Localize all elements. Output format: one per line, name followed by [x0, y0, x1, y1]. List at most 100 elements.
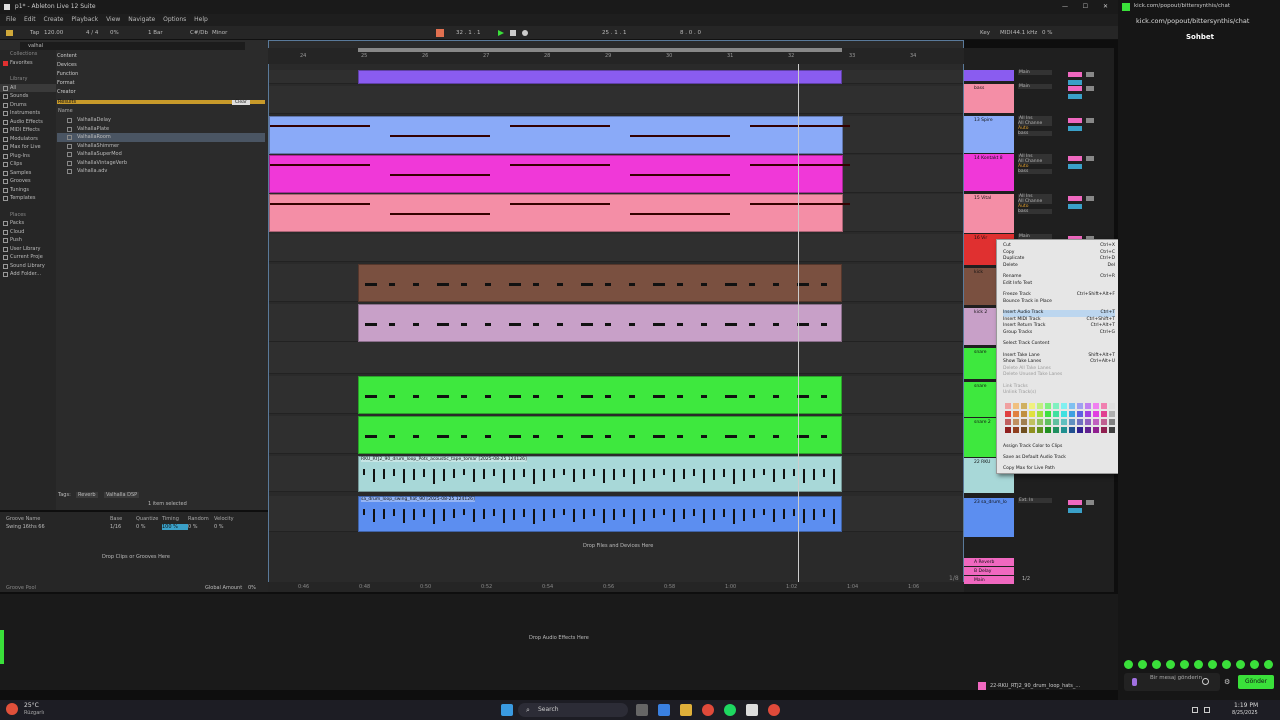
groove-drop-zone[interactable]: Drop Clips or Grooves Here — [102, 554, 170, 560]
close-button[interactable]: ✕ — [1103, 0, 1108, 14]
quantize-dropdown[interactable]: 1 Bar — [148, 26, 163, 40]
volume-field[interactable] — [1068, 72, 1082, 77]
emote-icon[interactable] — [1222, 660, 1231, 669]
key-root-dropdown[interactable]: C#/Db — [190, 26, 208, 40]
grid-quantization[interactable]: 1/8 — [949, 575, 959, 582]
track-header[interactable]: 15 Vital — [964, 194, 1014, 233]
drop-files-zone[interactable]: Drop Files and Devices Here — [583, 543, 653, 549]
color-swatch[interactable] — [1045, 403, 1051, 409]
address-bar[interactable]: kick.com/popout/bittersynthis/chat — [1136, 17, 1249, 25]
sidebar-item-drums[interactable]: Drums — [0, 101, 56, 110]
emote-icon[interactable] — [1166, 660, 1175, 669]
key-button[interactable]: Key — [980, 26, 990, 40]
groove-base[interactable]: 1/16 — [110, 524, 136, 530]
output-dropdown[interactable]: bass — [1018, 209, 1052, 214]
sidebar-place-6[interactable]: Add Folder... — [0, 270, 56, 279]
sidebar-item-all[interactable]: All — [0, 83, 56, 92]
color-swatch[interactable] — [1053, 403, 1059, 409]
color-swatch[interactable] — [1037, 419, 1043, 425]
menu-file[interactable]: File — [6, 16, 16, 23]
ableton-icon[interactable] — [746, 704, 758, 716]
pan-field[interactable] — [1068, 126, 1082, 131]
input-dropdown[interactable]: Main — [1018, 84, 1052, 89]
filter-format[interactable]: Format — [57, 79, 117, 88]
sidebar-place-3[interactable]: User Library — [0, 245, 56, 254]
color-swatch[interactable] — [1037, 411, 1043, 417]
result-item[interactable]: Valhalla.adv — [57, 167, 265, 176]
mute-button[interactable] — [1086, 196, 1094, 201]
track-header[interactable]: 14 Kontakt 8 — [964, 154, 1014, 191]
master-ratio[interactable]: 1/2 — [1022, 576, 1030, 582]
color-swatch[interactable] — [1005, 427, 1011, 433]
color-swatch[interactable] — [1053, 411, 1059, 417]
clip[interactable]: RKU_RTJ2_90_drum_loop_Pots_acoustic_tape… — [358, 456, 842, 492]
color-swatch[interactable] — [1029, 419, 1035, 425]
color-swatch[interactable] — [1061, 403, 1067, 409]
emote-icon[interactable] — [1264, 660, 1273, 669]
emoji-icon[interactable] — [1202, 678, 1209, 685]
filter-content[interactable]: Content — [57, 52, 117, 61]
menu-help[interactable]: Help — [194, 16, 208, 23]
groove-row[interactable]: Swing 16ths 66 1/16 0 % 100 % 0 % 0 % — [6, 524, 266, 530]
color-swatch[interactable] — [1045, 411, 1051, 417]
sidebar-item-plug-ins[interactable]: Plug-Ins — [0, 152, 56, 161]
color-swatch[interactable] — [1029, 411, 1035, 417]
input-dropdown[interactable]: Main — [1018, 70, 1052, 75]
emote-icon[interactable] — [1124, 660, 1133, 669]
menu-item-select-track-content[interactable]: Select Track Content — [1003, 341, 1115, 348]
wifi-icon[interactable] — [1192, 707, 1198, 713]
color-swatch[interactable] — [1037, 403, 1043, 409]
menu-item-delete[interactable]: Delete Del — [1003, 263, 1115, 270]
layout-icon[interactable] — [6, 30, 13, 36]
menu-item-assign-track-color-to-clips[interactable]: Assign Track Color to Clips — [1003, 444, 1115, 451]
clip[interactable] — [358, 416, 842, 454]
tempo-field[interactable]: 120.00 — [44, 26, 63, 40]
groove-timing[interactable]: 100 % — [162, 524, 188, 530]
menu-create[interactable]: Create — [44, 16, 64, 23]
clip[interactable] — [269, 155, 850, 193]
sidebar-item-clips[interactable]: Clips — [0, 160, 56, 169]
pan-field[interactable] — [1068, 204, 1082, 209]
color-swatch[interactable] — [1085, 403, 1091, 409]
chrome-icon[interactable] — [702, 704, 714, 716]
menu-options[interactable]: Options — [163, 16, 186, 23]
sidebar-item-modulators[interactable]: Modulators — [0, 135, 56, 144]
sidebar-place-0[interactable]: Packs — [0, 219, 56, 228]
groove-velocity[interactable]: 0 % — [214, 524, 240, 530]
taskbar-search[interactable]: Search — [518, 703, 628, 717]
color-swatch[interactable] — [1029, 403, 1035, 409]
color-swatch[interactable] — [1101, 411, 1107, 417]
sidebar-place-5[interactable]: Sound Library — [0, 262, 56, 271]
global-amount-value[interactable]: 0% — [248, 585, 256, 591]
sidebar-place-4[interactable]: Current Proje — [0, 253, 56, 262]
color-swatch[interactable] — [1077, 419, 1083, 425]
mute-button[interactable] — [1086, 86, 1094, 91]
color-swatch[interactable] — [1101, 419, 1107, 425]
color-swatch[interactable] — [1069, 427, 1075, 433]
clip[interactable] — [269, 116, 850, 154]
sidebar-place-2[interactable]: Push — [0, 236, 56, 245]
sidebar-item-instruments[interactable]: Instruments — [0, 109, 56, 118]
filter-function[interactable]: Function — [57, 70, 117, 79]
color-swatch[interactable] — [1029, 427, 1035, 433]
record-icon[interactable] — [522, 30, 528, 36]
weather-icon[interactable] — [6, 703, 18, 715]
color-swatch[interactable] — [1013, 411, 1019, 417]
color-swatch[interactable] — [1021, 403, 1027, 409]
color-swatch[interactable] — [1021, 411, 1027, 417]
menu-edit[interactable]: Edit — [24, 16, 36, 23]
color-swatch[interactable] — [1045, 419, 1051, 425]
emote-icon[interactable] — [1194, 660, 1203, 669]
sidebar-item-grooves[interactable]: Grooves — [0, 177, 56, 186]
microphone-icon[interactable] — [1132, 678, 1137, 686]
return-track-header[interactable]: A Reverb — [964, 558, 1014, 566]
filter-creator[interactable]: Creator — [57, 88, 117, 97]
color-swatch[interactable] — [1109, 411, 1115, 417]
emote-icon[interactable] — [1180, 660, 1189, 669]
emote-icon[interactable] — [1138, 660, 1147, 669]
input-dropdown[interactable]: Ext. In — [1018, 498, 1052, 503]
color-swatch[interactable] — [1077, 427, 1083, 433]
sidebar-item-favorites[interactable]: Favorites — [0, 59, 56, 68]
menu-item-edit-info-text[interactable]: Edit Info Text — [1003, 281, 1115, 288]
menu-playback[interactable]: Playback — [71, 16, 98, 23]
